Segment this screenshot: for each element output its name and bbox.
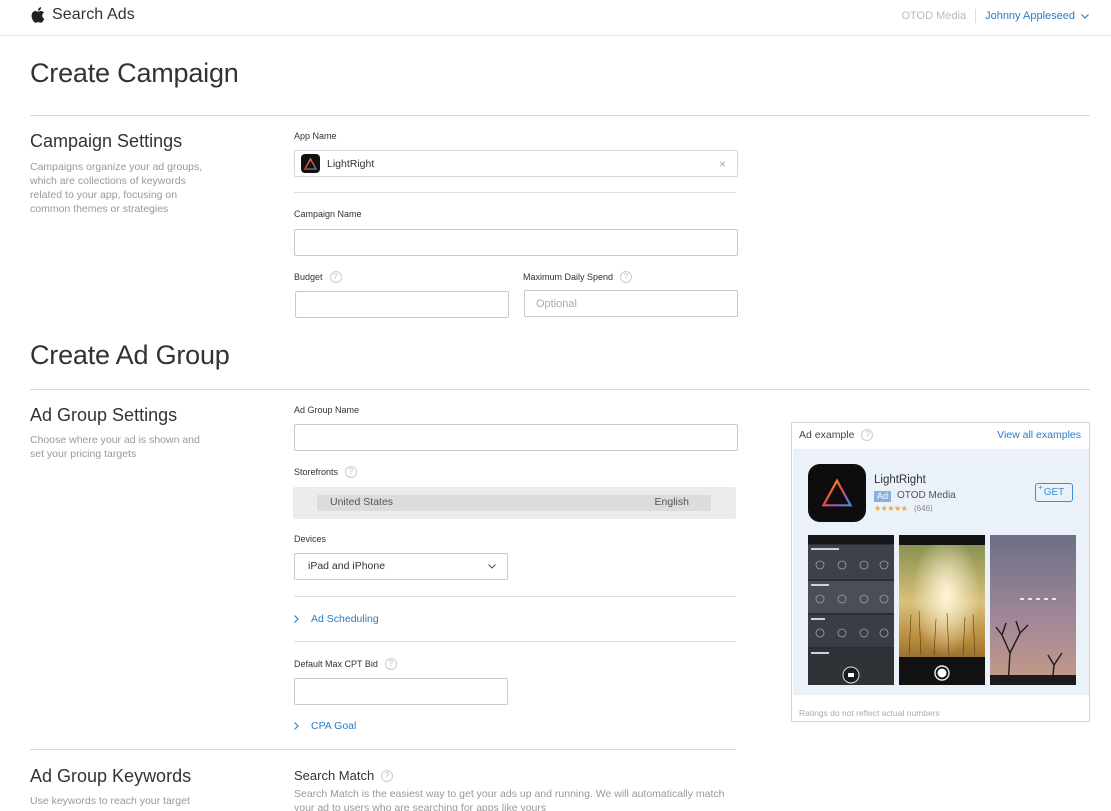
question-icon[interactable]: ? xyxy=(620,271,633,283)
app-icon xyxy=(301,154,320,173)
section-divider xyxy=(30,115,1090,116)
app-name-label: App Name xyxy=(294,131,337,141)
user-menu[interactable]: Johnny Appleseed xyxy=(985,10,1089,22)
app-name-field[interactable]: LightRight × xyxy=(294,150,738,177)
rating-count: (646) xyxy=(914,504,933,513)
max-daily-spend-input[interactable] xyxy=(524,290,738,317)
ad-scheduling-label: Ad Scheduling xyxy=(311,613,379,625)
chevron-down-icon xyxy=(488,564,496,569)
question-icon[interactable]: ? xyxy=(384,658,397,670)
devices-value: iPad and iPhone xyxy=(308,560,386,572)
campaign-settings-description: Campaigns organize your ad groups, which… xyxy=(30,161,203,215)
ad-example-panel: Ad example ? View all examples LightRigh… xyxy=(791,422,1090,722)
question-icon[interactable]: ? xyxy=(329,271,342,283)
app-name-label-text: App Name xyxy=(294,131,337,141)
get-label: GET xyxy=(1043,487,1065,498)
ad-example-title: Ad example xyxy=(799,429,855,441)
storefront-country: United States xyxy=(330,496,394,508)
chevron-right-icon xyxy=(294,615,299,623)
campaign-name-input[interactable] xyxy=(294,229,738,256)
close-icon[interactable]: × xyxy=(719,157,726,171)
budget-label: Budget ? xyxy=(294,271,342,283)
devices-select[interactable]: iPad and iPhone xyxy=(294,553,508,580)
section-divider xyxy=(30,389,1090,390)
max-daily-spend-label: Maximum Daily Spend ? xyxy=(523,271,633,283)
storefront-language: English xyxy=(654,496,689,508)
org-name[interactable]: OTOD Media xyxy=(901,10,966,22)
cpt-bid-label: Default Max CPT Bid ? xyxy=(294,658,397,670)
ad-preview-card: LightRight Ad OTOD Media ★★★★★ (646) + G… xyxy=(793,449,1089,695)
search-match-title-text: Search Match xyxy=(294,768,375,783)
view-all-examples-link[interactable]: View all examples xyxy=(997,429,1081,441)
account-area: OTOD Media Johnny Appleseed xyxy=(901,9,1089,23)
top-bar: Search Ads OTOD Media Johnny Appleseed xyxy=(0,0,1111,36)
rating-stars: ★★★★★ xyxy=(874,504,908,513)
ad-group-keywords-title: Ad Group Keywords xyxy=(30,766,192,786)
ad-group-settings-title: Ad Group Settings xyxy=(30,405,178,425)
storefronts-box: United States English xyxy=(293,487,736,519)
ad-group-name-label-text: Ad Group Name xyxy=(294,405,360,415)
ad-developer: OTOD Media xyxy=(897,490,956,501)
ad-group-keywords-description: Use keywords to reach your target xyxy=(30,795,190,807)
question-icon[interactable]: ? xyxy=(345,466,358,478)
ad-example-header: Ad example ? xyxy=(799,429,874,441)
create-ad-group-heading: Create Ad Group xyxy=(30,340,230,370)
field-divider xyxy=(294,641,736,642)
cpt-bid-input[interactable] xyxy=(294,678,508,705)
question-icon[interactable]: ? xyxy=(861,429,874,441)
campaign-name-label-text: Campaign Name xyxy=(294,209,362,219)
ratings-footnote: Ratings do not reflect actual numbers xyxy=(799,708,940,718)
ad-group-settings-description: Choose where your ad is shown and set yo… xyxy=(30,434,200,460)
ad-scheduling-toggle[interactable]: Ad Scheduling xyxy=(294,613,379,625)
field-divider xyxy=(294,192,736,193)
cpa-goal-label: CPA Goal xyxy=(311,720,357,732)
app-name-value: LightRight xyxy=(327,157,375,170)
search-match-title: Search Match ? xyxy=(294,768,394,783)
budget-input[interactable] xyxy=(295,291,509,318)
user-name: Johnny Appleseed xyxy=(985,10,1075,22)
devices-label-text: Devices xyxy=(294,534,327,544)
ad-app-name: LightRight xyxy=(874,474,926,486)
storefronts-label: Storefronts ? xyxy=(294,466,358,478)
triangle-prism-icon xyxy=(304,157,317,170)
ad-group-name-input[interactable] xyxy=(294,424,738,451)
storefront-row[interactable]: United States English xyxy=(317,495,711,511)
create-campaign-heading: Create Campaign xyxy=(30,58,239,88)
ad-group-name-label: Ad Group Name xyxy=(294,405,359,415)
brand[interactable]: Search Ads xyxy=(30,6,135,24)
chevron-right-icon xyxy=(294,722,299,730)
apple-icon xyxy=(31,7,45,23)
field-divider xyxy=(294,596,736,597)
section-divider xyxy=(30,749,736,750)
storefronts-label-text: Storefronts xyxy=(294,467,339,477)
ad-badge: Ad xyxy=(874,491,892,502)
campaign-name-label: Campaign Name xyxy=(294,209,362,219)
devices-label: Devices xyxy=(294,534,326,544)
plus-icon: + xyxy=(1038,483,1043,492)
app-screenshot-3 xyxy=(990,535,1076,685)
triangle-prism-icon xyxy=(821,478,853,507)
app-screenshot-2 xyxy=(899,535,985,685)
chevron-down-icon xyxy=(1081,13,1089,19)
budget-label-text: Budget xyxy=(294,272,323,282)
cpa-goal-toggle[interactable]: CPA Goal xyxy=(294,720,356,732)
max-daily-spend-label-text: Maximum Daily Spend xyxy=(523,272,614,282)
search-match-description: Search Match is the easiest way to get y… xyxy=(294,788,725,811)
question-icon[interactable]: ? xyxy=(381,769,394,782)
get-button[interactable]: + GET xyxy=(1035,483,1073,502)
brand-name: Search Ads xyxy=(52,6,135,23)
cpt-bid-label-text: Default Max CPT Bid xyxy=(294,659,378,669)
app-screenshot-1 xyxy=(808,535,894,685)
header-divider xyxy=(975,9,977,23)
campaign-settings-title: Campaign Settings xyxy=(30,131,183,151)
app-icon xyxy=(808,464,866,522)
